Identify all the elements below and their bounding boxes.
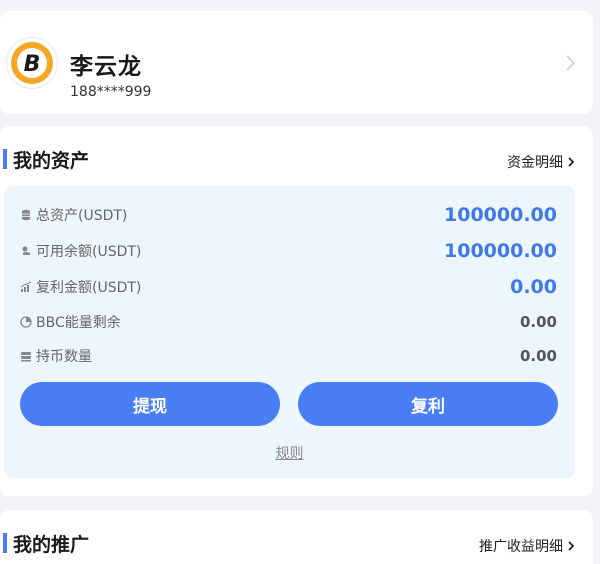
asset-label-wrap: 持币数量 <box>20 346 92 366</box>
chart-icon <box>20 281 32 292</box>
asset-value: 0.00 <box>519 347 557 365</box>
asset-label: 可用余额(USDT) <box>36 244 142 260</box>
user-name: 李云龙 <box>70 54 142 80</box>
chevron-right-icon <box>568 157 575 167</box>
fund-details-link[interactable]: 资金明细 <box>507 152 575 172</box>
chevron-right-icon[interactable] <box>565 53 577 73</box>
asset-label: 复利金额(USDT) <box>36 280 142 296</box>
coins-icon <box>21 352 31 362</box>
asset-label: 持币数量 <box>36 349 92 365</box>
chevron-right-icon <box>568 541 575 551</box>
asset-value: 100000.00 <box>444 204 557 226</box>
asset-label: BBC能量剩余 <box>36 315 121 331</box>
compound-button[interactable]: 复利 <box>298 382 558 426</box>
pie-chart-icon <box>20 316 32 328</box>
wallet-icon <box>22 246 30 255</box>
asset-row-available: 可用余额(USDT) 100000.00 <box>20 240 557 262</box>
promotion-details-label: 推广收益明细 <box>479 539 563 555</box>
section-accent-bar <box>3 149 7 169</box>
fund-details-label: 资金明细 <box>507 155 563 171</box>
asset-row-total: 总资产(USDT) 100000.00 <box>20 204 557 226</box>
assets-section-title: 我的资产 <box>3 148 90 172</box>
coins-stack-icon <box>22 209 30 221</box>
asset-value: 100000.00 <box>444 240 557 262</box>
asset-label-wrap: 复利金额(USDT) <box>20 277 141 297</box>
promotion-card: 我的推广 推广收益明细 <box>0 510 593 564</box>
withdraw-button[interactable]: 提现 <box>20 382 280 426</box>
rules-link[interactable]: 规则 <box>4 443 575 463</box>
assets-title: 我的资产 <box>13 149 90 172</box>
asset-value: 0.00 <box>519 313 557 331</box>
assets-panel: 总资产(USDT) 100000.00 可用余额(USDT) 100000.00 <box>4 186 575 478</box>
asset-label-wrap: BBC能量剩余 <box>20 312 121 332</box>
avatar: B <box>6 37 58 89</box>
asset-value: 0.00 <box>510 276 557 298</box>
section-accent-bar <box>3 533 7 553</box>
asset-label-wrap: 总资产(USDT) <box>20 205 127 225</box>
bitcoin-logo-icon: B <box>11 42 53 84</box>
svg-text:B: B <box>24 52 41 77</box>
asset-label: 总资产(USDT) <box>36 208 128 224</box>
asset-label-wrap: 可用余额(USDT) <box>20 241 141 261</box>
user-phone: 188****999 <box>70 84 152 100</box>
promotion-title: 我的推广 <box>13 533 90 556</box>
assets-card: 我的资产 资金明细 总资产(USDT) 100000.00 可用余额(USDT)… <box>0 126 593 496</box>
promotion-section-title: 我的推广 <box>3 532 90 556</box>
asset-row-holdings: 持币数量 0.00 <box>20 346 557 366</box>
asset-row-compound: 复利金额(USDT) 0.00 <box>20 276 557 298</box>
promotion-details-link[interactable]: 推广收益明细 <box>479 536 575 556</box>
asset-row-energy: BBC能量剩余 0.00 <box>20 312 557 332</box>
profile-card[interactable]: B 李云龙 188****999 <box>0 11 593 114</box>
